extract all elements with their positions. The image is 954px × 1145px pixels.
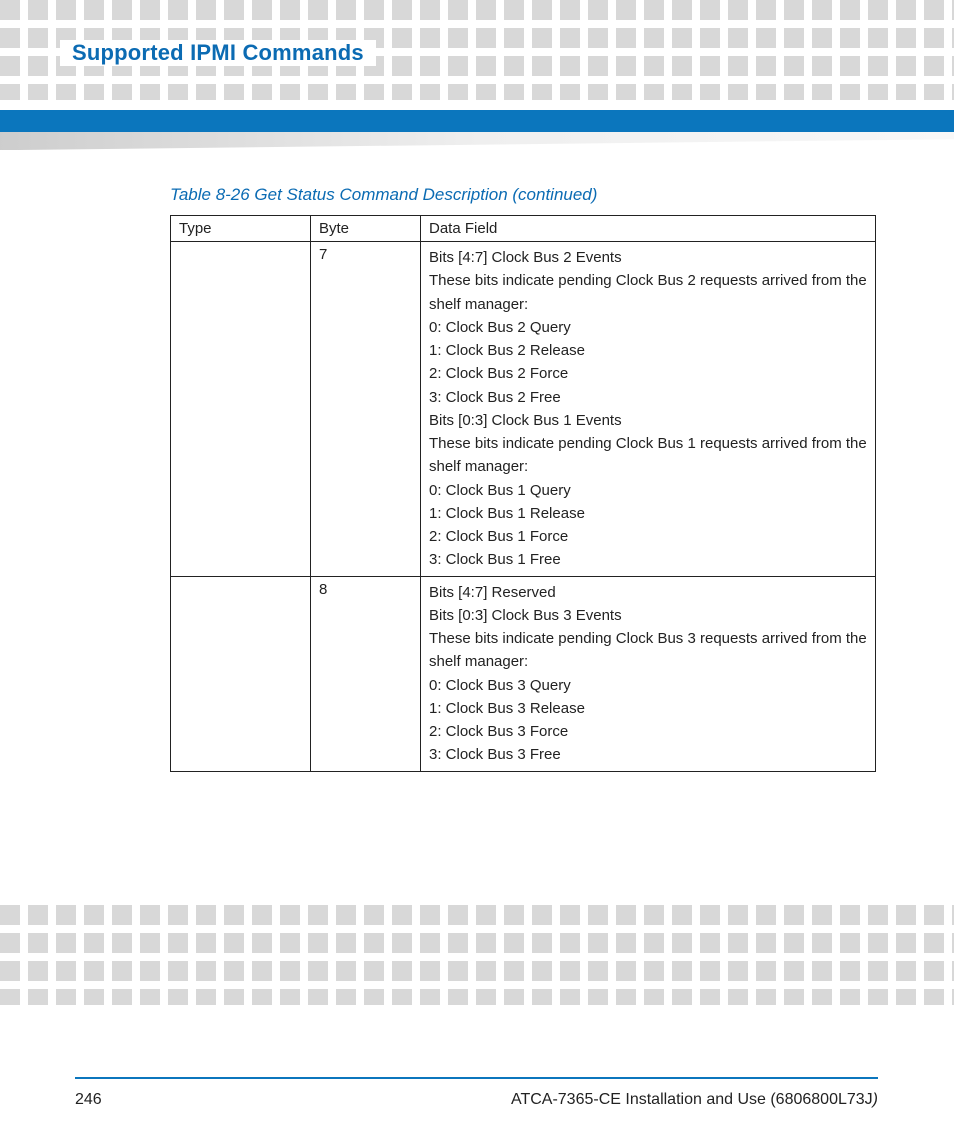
col-header-type: Type [171,216,311,242]
cell-type [171,576,311,771]
col-header-byte: Byte [311,216,421,242]
df-line: 2: Clock Bus 1 Force [429,525,867,548]
table-row: 8 Bits [4:7] Reserved Bits [0:3] Clock B… [171,576,876,771]
df-line: Bits [0:3] Clock Bus 1 Events [429,409,867,432]
table-header-row: Type Byte Data Field [171,216,876,242]
col-header-datafield: Data Field [421,216,876,242]
df-line: Bits [0:3] Clock Bus 3 Events [429,604,867,627]
df-line: Bits [4:7] Reserved [429,581,867,604]
header-shadow [0,132,954,150]
df-line: 2: Clock Bus 3 Force [429,720,867,743]
footer-rule [75,1077,878,1079]
df-line: 3: Clock Bus 2 Free [429,386,867,409]
doc-title-suffix: ) [873,1091,878,1108]
df-line: 1: Clock Bus 3 Release [429,697,867,720]
df-line: 0: Clock Bus 3 Query [429,674,867,697]
df-line: 0: Clock Bus 1 Query [429,479,867,502]
df-line: 0: Clock Bus 2 Query [429,316,867,339]
cell-type [171,242,311,577]
cell-byte: 7 [311,242,421,577]
footer-pattern [0,905,954,1005]
header-blue-bar [0,110,954,132]
footer: 246 ATCA-7365-CE Installation and Use (6… [75,1091,878,1109]
table-body: 7 Bits [4:7] Clock Bus 2 Events These bi… [171,242,876,772]
df-line: 3: Clock Bus 1 Free [429,548,867,571]
df-line: These bits indicate pending Clock Bus 1 … [429,432,867,479]
table-row: 7 Bits [4:7] Clock Bus 2 Events These bi… [171,242,876,577]
df-line: 1: Clock Bus 2 Release [429,339,867,362]
page-title: Supported IPMI Commands [60,40,376,66]
content-area: Table 8-26 Get Status Command Descriptio… [170,185,876,772]
status-command-table: Type Byte Data Field 7 Bits [4:7] Clock … [170,215,876,772]
table-caption: Table 8-26 Get Status Command Descriptio… [170,185,876,205]
df-line: These bits indicate pending Clock Bus 2 … [429,269,867,316]
cell-byte: 8 [311,576,421,771]
cell-datafield: Bits [4:7] Clock Bus 2 Events These bits… [421,242,876,577]
cell-datafield: Bits [4:7] Reserved Bits [0:3] Clock Bus… [421,576,876,771]
df-line: 1: Clock Bus 1 Release [429,502,867,525]
df-line: These bits indicate pending Clock Bus 3 … [429,627,867,674]
doc-title: ATCA-7365-CE Installation and Use (68068… [511,1091,878,1109]
df-line: 3: Clock Bus 3 Free [429,743,867,766]
page-number: 246 [75,1091,102,1109]
df-line: 2: Clock Bus 2 Force [429,362,867,385]
doc-title-prefix: ATCA-7365-CE Installation and Use (68068… [511,1091,873,1108]
df-line: Bits [4:7] Clock Bus 2 Events [429,246,867,269]
